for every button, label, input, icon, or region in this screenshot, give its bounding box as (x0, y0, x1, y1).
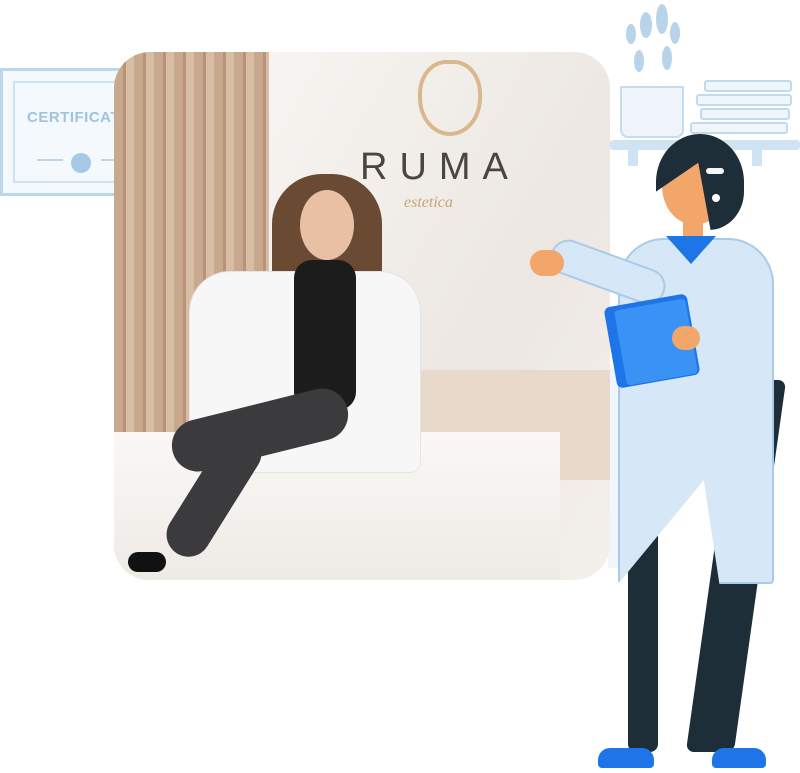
book (700, 108, 790, 120)
plant-leaf (640, 12, 652, 38)
book (704, 80, 792, 92)
plant-leaf (670, 22, 680, 44)
brand-script: estetica (404, 194, 453, 211)
brand-name: RUMA (360, 146, 520, 188)
brand-logo-icon (418, 60, 482, 136)
shelf-bracket (628, 150, 638, 166)
earring-icon (712, 194, 720, 202)
plant-leaf (626, 24, 636, 44)
hair-clip-icon (706, 168, 724, 174)
doctor-pointing-hand (530, 250, 564, 276)
woman-shoe (128, 552, 166, 572)
plant-pot (620, 86, 684, 138)
certificate-seal-icon (71, 153, 91, 173)
doctor-hand (672, 326, 700, 350)
shelf-bracket (752, 150, 762, 166)
plant-leaf (634, 50, 644, 72)
doctor-shoe-left (598, 748, 654, 768)
certificate-title: CERTIFICAT (27, 109, 121, 126)
certificate-signature-line (37, 159, 63, 161)
clinic-photo: RUMA estetica (114, 52, 610, 580)
book (696, 94, 792, 106)
book (690, 122, 788, 134)
woman-face (300, 190, 354, 260)
plant-leaf (656, 4, 668, 34)
doctor-shoe-right (712, 748, 766, 768)
plant-leaf (662, 46, 672, 70)
